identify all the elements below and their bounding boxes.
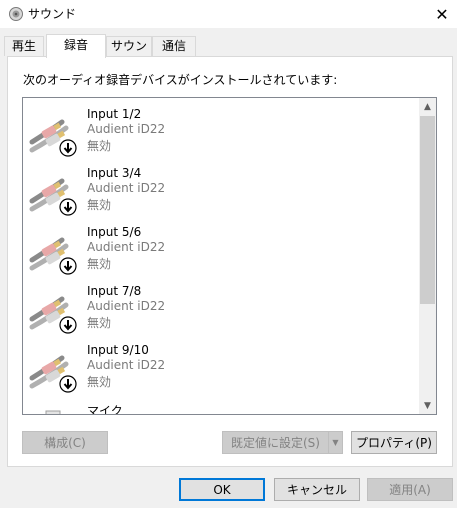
- rca-cable-disabled-icon: [29, 178, 77, 216]
- device-list[interactable]: Input 1/2 Audient iD22 無効 Input 3/4 Audi…: [22, 97, 437, 415]
- rca-cable-disabled-icon: [29, 355, 77, 393]
- vertical-scrollbar[interactable]: ▲ ▼: [419, 98, 436, 414]
- scroll-down-arrow-icon[interactable]: ▼: [419, 397, 436, 414]
- instruction-text: 次のオーディオ録音デバイスがインストールされています:: [23, 73, 338, 87]
- set-default-button[interactable]: 既定値に設定(S): [222, 431, 329, 454]
- device-status: 無効: [87, 257, 112, 271]
- device-name: Input 9/10: [87, 343, 149, 357]
- apply-button[interactable]: 適用(A): [367, 478, 453, 501]
- device-driver: Audient iD22: [87, 299, 166, 313]
- properties-button[interactable]: プロパティ(P): [351, 431, 437, 454]
- rca-cable-disabled-icon: [29, 237, 77, 275]
- device-status: 無効: [87, 316, 112, 330]
- device-name: マイク: [87, 404, 123, 415]
- set-default-dropdown-chevron-down-icon[interactable]: ▼: [328, 431, 343, 454]
- title-bar: サウンド ✕: [0, 0, 457, 28]
- device-list-item[interactable]: Input 9/10 Audient iD22 無効: [23, 342, 419, 401]
- device-list-item[interactable]: マイク: [23, 401, 419, 415]
- device-name: Input 1/2: [87, 107, 142, 121]
- device-name: Input 5/6: [87, 225, 142, 239]
- device-driver: Audient iD22: [87, 358, 166, 372]
- microphone-device-icon: [45, 410, 61, 414]
- device-name: Input 3/4: [87, 166, 142, 180]
- recording-panel: 次のオーディオ録音デバイスがインストールされています: Input 1/2 Au…: [7, 56, 453, 467]
- device-list-item[interactable]: Input 1/2 Audient iD22 無効: [23, 106, 419, 165]
- cancel-button[interactable]: キャンセル: [274, 478, 360, 501]
- ok-button[interactable]: OK: [179, 478, 265, 501]
- device-driver: Audient iD22: [87, 122, 166, 136]
- device-status: 無効: [87, 139, 112, 153]
- tab-playback[interactable]: 再生: [4, 36, 44, 56]
- device-status: 無効: [87, 375, 112, 389]
- tab-communications[interactable]: 通信: [152, 36, 196, 56]
- close-button[interactable]: ✕: [427, 0, 457, 28]
- device-driver: Audient iD22: [87, 240, 166, 254]
- tab-recording[interactable]: 録音: [46, 34, 106, 58]
- device-name: Input 7/8: [87, 284, 142, 298]
- device-driver: Audient iD22: [87, 181, 166, 195]
- scroll-up-arrow-icon[interactable]: ▲: [419, 98, 436, 115]
- device-list-item[interactable]: Input 7/8 Audient iD22 無効: [23, 283, 419, 342]
- rca-cable-disabled-icon: [29, 119, 77, 157]
- close-icon: ✕: [435, 4, 449, 24]
- speaker-app-icon: [9, 7, 23, 21]
- window-title: サウンド: [28, 7, 77, 21]
- scrollbar-thumb[interactable]: [420, 116, 435, 304]
- tab-sounds[interactable]: サウンド: [106, 36, 152, 71]
- device-status: 無効: [87, 198, 112, 212]
- configure-button[interactable]: 構成(C): [22, 431, 108, 454]
- device-list-item[interactable]: Input 3/4 Audient iD22 無効: [23, 165, 419, 224]
- rca-cable-disabled-icon: [29, 296, 77, 334]
- device-list-item[interactable]: Input 5/6 Audient iD22 無効: [23, 224, 419, 283]
